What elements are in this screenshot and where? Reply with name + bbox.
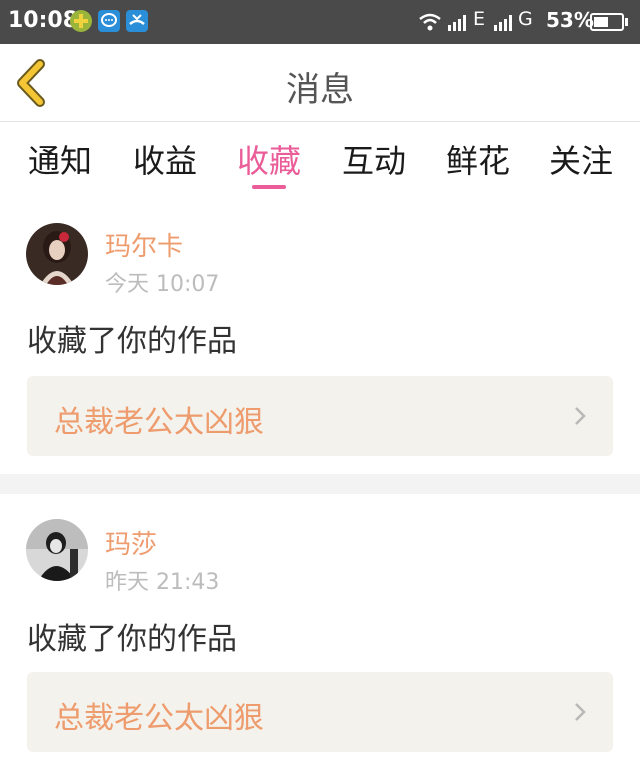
work-link[interactable]: 总裁老公太凶狠 bbox=[27, 376, 613, 456]
username[interactable]: 玛尔卡 bbox=[105, 226, 183, 263]
tab-bar: 通知 收益 收藏 互动 鲜花 关注 bbox=[0, 122, 640, 194]
avatar[interactable] bbox=[26, 223, 88, 285]
work-title: 总裁老公太凶狠 bbox=[54, 701, 264, 736]
battery-icon bbox=[590, 13, 624, 31]
signal-icon bbox=[448, 15, 466, 31]
tab-notifications[interactable]: 通知 bbox=[25, 136, 95, 186]
chat-bubble-icon bbox=[98, 10, 120, 32]
action-text: 收藏了你的作品 bbox=[27, 324, 237, 359]
tab-label: 收益 bbox=[132, 142, 197, 180]
tab-label: 互动 bbox=[341, 142, 406, 180]
app-plus-icon bbox=[70, 10, 92, 32]
notification-card: 玛莎 昨天 21:43 收藏了你的作品 总裁老公太凶狠 bbox=[0, 494, 640, 766]
tab-follows[interactable]: 关注 bbox=[546, 136, 616, 186]
username[interactable]: 玛莎 bbox=[105, 524, 157, 561]
work-link[interactable]: 总裁老公太凶狠 bbox=[27, 672, 613, 752]
signal-icon-2 bbox=[494, 15, 512, 31]
card-separator bbox=[0, 474, 640, 494]
header-bar: 消息 bbox=[0, 44, 640, 122]
battery-level bbox=[594, 17, 608, 27]
tab-favorites[interactable]: 收藏 bbox=[234, 136, 304, 189]
network-type-2: G bbox=[518, 8, 533, 30]
status-time: 10:08 bbox=[8, 8, 79, 33]
battery-tip bbox=[625, 18, 628, 26]
status-bar: 10:08 E G 53% bbox=[0, 0, 640, 44]
timestamp: 今天 10:07 bbox=[105, 272, 220, 297]
network-type-1: E bbox=[473, 8, 486, 30]
timestamp: 昨天 21:43 bbox=[105, 570, 220, 595]
tab-label: 关注 bbox=[548, 142, 613, 180]
wifi-icon bbox=[419, 13, 441, 31]
avatar[interactable] bbox=[26, 519, 88, 581]
tab-flowers[interactable]: 鲜花 bbox=[443, 136, 513, 186]
tab-label: 收藏 bbox=[236, 142, 301, 180]
chevron-right-icon bbox=[575, 703, 586, 721]
page-title: 消息 bbox=[286, 70, 354, 110]
work-title: 总裁老公太凶狠 bbox=[54, 405, 264, 440]
active-tab-indicator bbox=[252, 185, 286, 189]
tab-label: 鲜花 bbox=[445, 142, 510, 180]
notification-card: 玛尔卡 今天 10:07 收藏了你的作品 总裁老公太凶狠 bbox=[0, 194, 640, 474]
tab-interactions[interactable]: 互动 bbox=[339, 136, 409, 186]
chevron-right-icon bbox=[575, 407, 586, 425]
battery-percent: 53% bbox=[546, 8, 594, 32]
tab-label: 通知 bbox=[27, 142, 92, 180]
missed-call-icon bbox=[126, 10, 148, 32]
tab-earnings[interactable]: 收益 bbox=[130, 136, 200, 186]
action-text: 收藏了你的作品 bbox=[27, 622, 237, 657]
